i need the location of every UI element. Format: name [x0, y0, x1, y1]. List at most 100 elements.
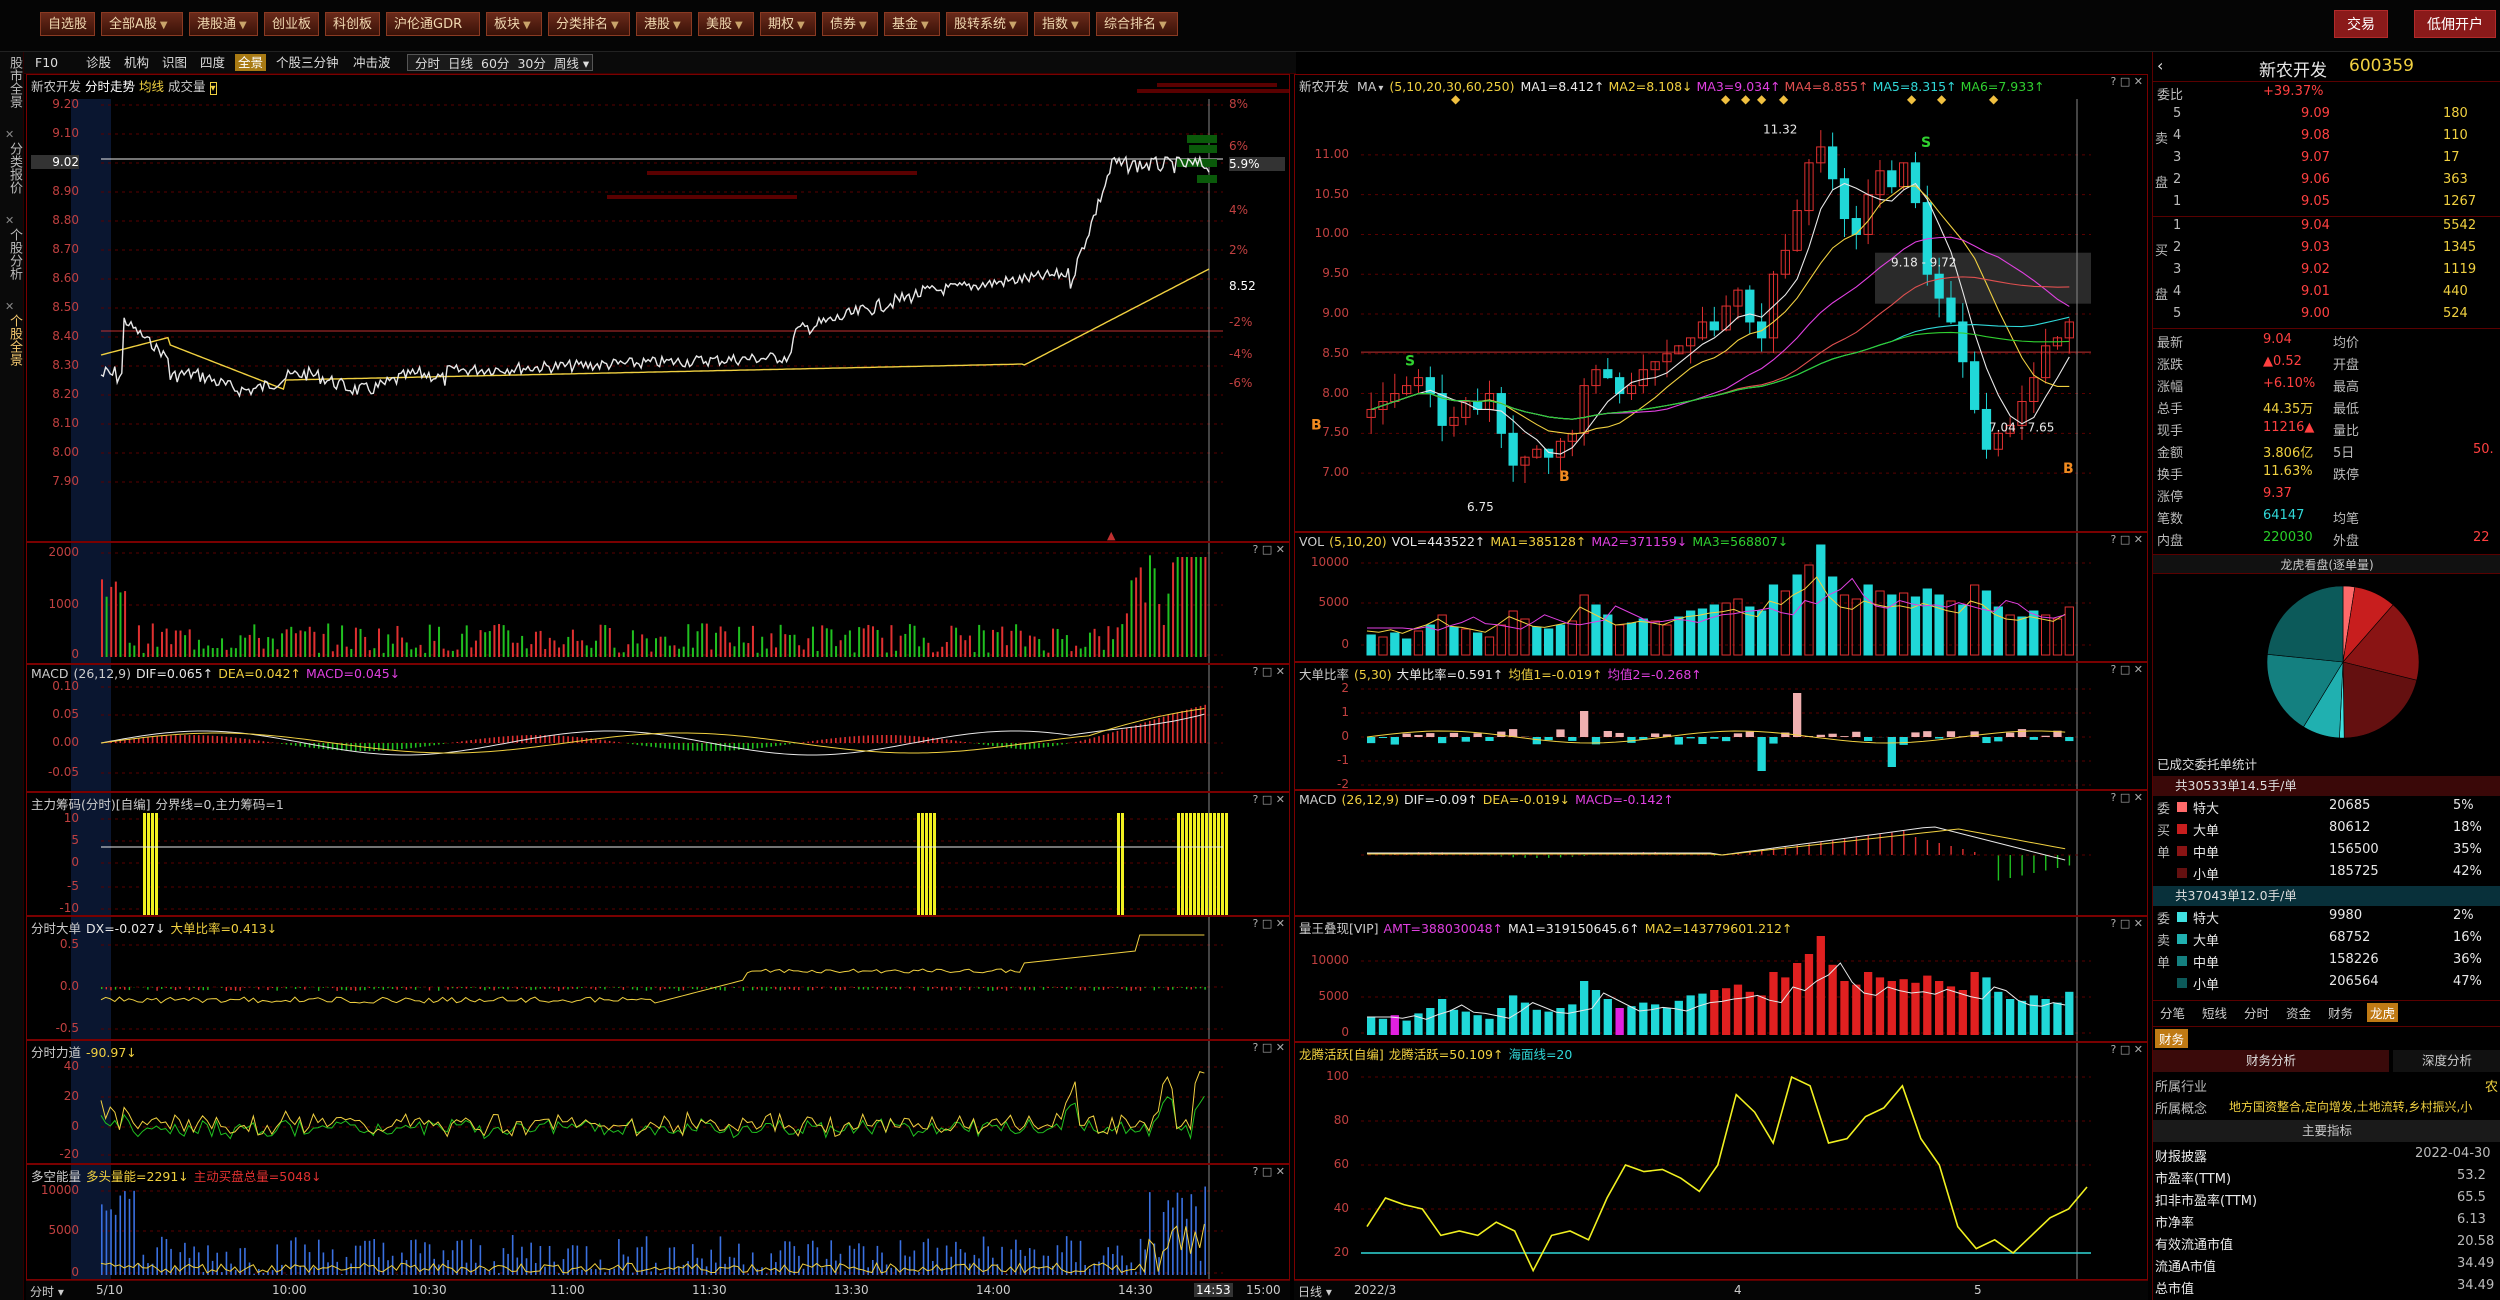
panel-window-controls[interactable]: ? □ ✕ [2111, 75, 2143, 88]
market-menu-button[interactable]: 创业板 [264, 12, 319, 36]
close-icon[interactable]: ✕ [5, 214, 14, 227]
indicator-label: 主力筹码(分时)[自编] [31, 797, 151, 812]
force-panel[interactable]: 分时力道 -90.97↓ ? □ ✕ 40 20 0 -20 [26, 1040, 1290, 1164]
trade-button[interactable]: 交易 [2334, 10, 2388, 38]
daily-macd-panel[interactable]: MACD (26,12,9) DIF=-0.09↑ DEA=-0.019↓ MACD=-… [1294, 790, 2148, 916]
market-menu-button[interactable]: 科创板 [325, 12, 380, 36]
period-option[interactable]: 60分 [481, 56, 509, 71]
daily-kline-panel[interactable]: ◆ ◆ ◆ ◆ ◆ ◆ ◆ ◆ 11.32 6.75 9.18 - 9.72 7.04 - 7.65 S… [1294, 74, 2148, 532]
view-tab[interactable]: 诊股 [83, 54, 114, 71]
close-icon[interactable]: ✕ [5, 300, 14, 313]
panel-window-controls[interactable]: ? □ ✕ [1253, 917, 1285, 930]
side-tab[interactable]: 个股分析 [2, 228, 22, 280]
quote-tab[interactable]: 龙虎 [2367, 1003, 2399, 1022]
period-option[interactable]: 日线 [448, 56, 473, 71]
ask-row[interactable]: 盘 2 9.06 363 [2153, 172, 2500, 192]
open-account-button[interactable]: 低佣开户 [2414, 10, 2496, 38]
market-menu-button[interactable]: 全部A股 ▼ [101, 12, 183, 36]
panel-window-controls[interactable]: ? □ ✕ [2111, 533, 2143, 546]
market-menu-button[interactable]: 债券 ▼ [822, 12, 878, 36]
market-menu-button[interactable]: 分类排名 ▼ [548, 12, 630, 36]
panel-window-controls[interactable]: ? □ ✕ [1253, 543, 1285, 556]
side-tab[interactable]: 个股全景 [2, 314, 22, 366]
market-menu-button[interactable]: 股转系统 ▼ [946, 12, 1028, 36]
back-icon[interactable]: ‹ [2157, 56, 2163, 75]
deep-analysis-tab[interactable]: 深度分析 [2393, 1050, 2500, 1072]
quote-tab[interactable]: 分时 [2241, 1003, 2272, 1022]
order-bar [405, 987, 408, 990]
bid-row[interactable]: 1 9.04 5542 [2153, 218, 2500, 238]
time-tick[interactable]: 日线 ▾ [1298, 1283, 1332, 1300]
stat-label: 量比 [2333, 424, 2360, 439]
energy-panel[interactable]: 多空能量 多头量能=2291↓ 主动买盘总量=5048↓ ? □ ✕ 10000 5000… [26, 1164, 1290, 1280]
side-tab[interactable]: 股市全景 [2, 56, 22, 108]
period-option[interactable]: 30分 [517, 56, 545, 71]
market-menu-button[interactable]: 美股 ▼ [698, 12, 754, 36]
panel-window-controls[interactable]: ? □ ✕ [2111, 1043, 2143, 1056]
side-tab[interactable]: 分类报价 [2, 142, 22, 194]
volume-bar [308, 626, 311, 657]
view-tab[interactable]: 机构 [121, 54, 152, 71]
ask-row[interactable]: 5 9.09 180 [2153, 106, 2500, 126]
market-menu-button[interactable]: 沪伦通GDR [386, 12, 480, 36]
intraday-macd-panel[interactable]: MACD (26,12,9) DIF=0.065↑ DEA=0.042↑ MACD=0.… [26, 664, 1290, 792]
period-selector[interactable]: 分时 日线 60分 30分 周线 ▾ [407, 54, 594, 71]
market-menu-button[interactable]: 基金 ▼ [884, 12, 940, 36]
bid-row[interactable]: 盘 4 9.01 440 [2153, 284, 2500, 304]
intraday-chart-panel[interactable]: ▲ 新农开发 分时走势 均线 成交量 ▾ 9.20 9.10 9.02 8.90 8.80 8.… [26, 74, 1290, 542]
panel-window-controls[interactable]: ? □ ✕ [1253, 665, 1285, 678]
panel-window-controls[interactable]: ? □ ✕ [2111, 663, 2143, 676]
panel-window-controls[interactable]: ? □ ✕ [1253, 1041, 1285, 1054]
market-menu-button[interactable]: 港股 ▼ [636, 12, 692, 36]
panel-window-controls[interactable]: ? □ ✕ [2111, 917, 2143, 930]
view-tab[interactable]: 冲击波 [350, 54, 394, 71]
macd-bar [225, 736, 228, 743]
market-menu-button[interactable]: 综合排名 ▼ [1096, 12, 1178, 36]
view-tab[interactable]: 个股三分钟 [273, 54, 342, 71]
panel-window-controls[interactable]: ? □ ✕ [1253, 1165, 1285, 1178]
market-menu-button[interactable]: 期权 ▼ [760, 12, 816, 36]
ask-row[interactable]: 1 9.05 1267 [2153, 194, 2500, 214]
view-tab[interactable]: F10 [32, 54, 61, 71]
daily-volume-panel[interactable]: VOL (5,10,20) VOL=443522↑ MA1=385128↑ MA2=37… [1294, 532, 2148, 662]
ask-row[interactable]: 3 9.07 17 [2153, 150, 2500, 170]
period-option[interactable]: 分时 [415, 56, 440, 71]
daily-activity-panel[interactable]: 龙腾活跃[自编] 龙腾活跃=50.109↑ 海面线=20 ? □ ✕ 100 80 60 40… [1294, 1042, 2148, 1280]
big-order-panel[interactable]: 分时大单 DX=-0.027↓ 大单比率=0.413↓ ? □ ✕ 0.5 0.0 -0.5 [26, 916, 1290, 1040]
quote-tab[interactable]: 短线 [2199, 1003, 2230, 1022]
view-tab[interactable]: 全景 [235, 54, 267, 71]
macd-bar [156, 736, 158, 743]
finance-tab[interactable]: 财务 [2155, 1029, 2189, 1048]
market-menu-button[interactable]: 板块 ▼ [486, 12, 542, 36]
quote-tab[interactable]: 财务 [2325, 1003, 2356, 1022]
volume-bar [1010, 630, 1013, 657]
bid-row[interactable]: 5 9.00 524 [2153, 306, 2500, 326]
close-icon[interactable]: ✕ [5, 128, 14, 141]
intraday-volume-panel[interactable]: ? □ ✕ 2000 1000 0 [26, 542, 1290, 664]
ask-row[interactable]: 卖 4 9.08 110 [2153, 128, 2500, 148]
volume-bar [1768, 584, 1779, 656]
finance-analysis-tab[interactable]: 财务分析 [2153, 1050, 2389, 1072]
bid-row[interactable]: 买 2 9.03 1345 [2153, 240, 2500, 260]
view-tab[interactable]: 四度 [197, 54, 228, 71]
quote-tab[interactable]: 分笔 [2157, 1003, 2188, 1022]
panel-window-controls[interactable]: ? □ ✕ [2111, 791, 2143, 804]
daily-big-order-ratio-panel[interactable]: 大单比率 (5,30) 大单比率=0.591↑ 均值1=-0.019↑ 均值2=-0.2… [1294, 662, 2148, 790]
panel-window-controls[interactable]: ? □ ✕ [1253, 793, 1285, 806]
panel-plot [1361, 533, 2091, 661]
macd-bar [2045, 855, 2047, 871]
ma-label[interactable]: MA [1357, 79, 1376, 94]
daily-amount-panel[interactable]: 量王叠现[VIP] AMT=388030048↑ MA1=319150645.6↑ M… [1294, 916, 2148, 1042]
volume-bar [950, 625, 953, 657]
main-chips-panel[interactable]: 主力筹码(分时)[自编] 分界线=0,主力筹码=1 ? □ ✕ 10 5 0 -5 -10 [26, 792, 1290, 916]
market-menu-button[interactable]: 自选股 [40, 12, 95, 36]
time-tick[interactable]: 分时 ▾ [30, 1283, 64, 1300]
period-option[interactable]: 周线 [554, 56, 579, 71]
chevron-down-icon[interactable]: ▾ [1378, 83, 1383, 94]
market-menu-button[interactable]: 港股通 ▼ [189, 12, 258, 36]
bid-row[interactable]: 3 9.02 1119 [2153, 262, 2500, 282]
market-menu-button[interactable]: 指数 ▼ [1034, 12, 1090, 36]
view-tab[interactable]: 识图 [159, 54, 190, 71]
chevron-down-icon[interactable]: ▾ [209, 82, 217, 95]
quote-tab[interactable]: 资金 [2283, 1003, 2314, 1022]
